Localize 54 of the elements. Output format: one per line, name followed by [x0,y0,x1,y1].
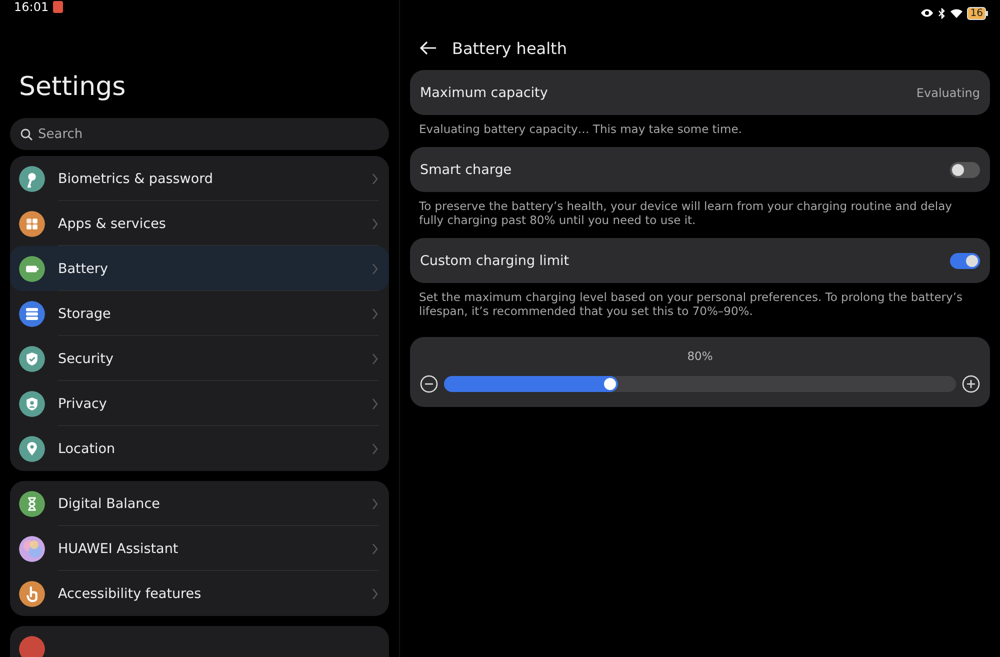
storage-icon [19,300,45,326]
toggle-switch[interactable] [950,162,980,178]
minus-icon[interactable] [420,375,438,393]
shield-check-icon [19,346,45,372]
wifi-icon [950,8,964,18]
chevron-icon [371,442,379,454]
search-field[interactable]: Search [10,118,389,150]
slider-fill[interactable] [444,376,618,392]
chevron-icon [371,352,379,364]
color-blob-icon [19,536,45,562]
setting-label: Custom charging limit [420,252,570,268]
chevron-icon [371,308,379,320]
settings-item[interactable]: Location [10,426,389,471]
hourglass-icon [19,490,45,516]
battery-alert-icon [52,1,63,13]
settings-item[interactable]: HUAWEI Assistant [10,526,389,571]
chevron-icon [371,218,379,230]
key-icon [19,166,45,192]
chevron-icon [371,498,379,510]
description-text: To preserve the battery’s health, your device will learn from your charging routine and delay fully charging past 80% until you need to use it. [418,198,953,227]
shield-person-icon [19,390,45,416]
settings-item[interactable]: Digital Balance [10,481,389,526]
description-text: Evaluating battery capacity… This may take some time. [418,121,743,136]
search-icon [20,128,33,141]
battery-icon: 16 [967,6,988,20]
chevron-icon [371,542,379,554]
settings-item[interactable]: Biometrics & password [10,156,389,201]
settings-item[interactable]: Storage [10,291,389,336]
screen-title: Battery health [452,38,567,58]
plus-icon[interactable] [962,375,980,393]
slider-track[interactable] [444,376,956,392]
back-arrow-icon[interactable] [418,40,438,56]
settings-item[interactable]: Accessibility features [10,571,389,616]
hand-pointer-icon [19,580,45,606]
chevron-icon [371,398,379,410]
settings-item[interactable]: Battery [10,246,389,291]
settings-item[interactable]: Security [10,336,389,381]
page-title: Settings [19,72,127,102]
bluetooth-icon [938,8,946,18]
grid-icon [19,210,45,236]
toggle-switch[interactable] [950,252,980,268]
slider-value: 80% [687,349,713,363]
setting-label: Smart charge [420,162,513,178]
chevron-icon [371,588,379,600]
chevron-icon [371,262,379,274]
settings-item[interactable]: Privacy [10,381,389,426]
status-time: 16:01 [14,0,49,14]
app-icon[interactable] [19,636,45,657]
description-text: Set the maximum charging level based on your personal preferences. To prolong the battery’s lifespan, it’s recommended that you set this to 70%–90%. [418,289,964,318]
setting-card[interactable]: Maximum capacity Evaluating [410,70,990,115]
location-pin-icon [19,436,45,462]
eye-icon [920,8,934,18]
chevron-icon [371,172,379,184]
battery-icon [19,256,45,282]
